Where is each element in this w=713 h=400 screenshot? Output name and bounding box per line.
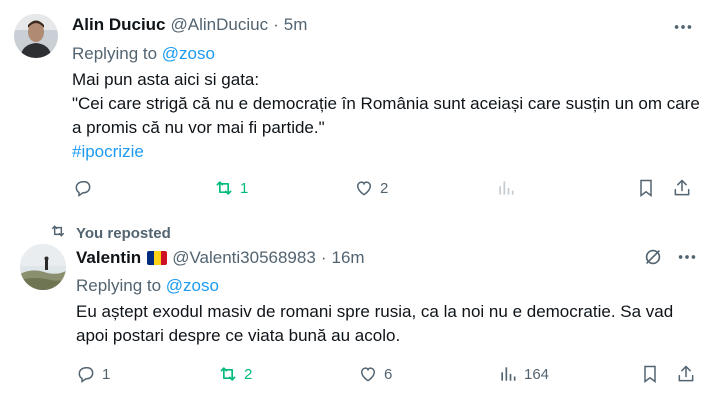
like-count: 2 [380, 179, 389, 197]
more-icon[interactable] [676, 246, 698, 268]
author-handle[interactable]: @Valenti30568983 [172, 248, 316, 268]
reply-icon [73, 178, 93, 198]
like-count: 6 [384, 365, 393, 383]
bookmark-icon [636, 178, 656, 198]
replying-prefix: Replying to [72, 44, 158, 63]
reply-button[interactable] [73, 178, 99, 198]
action-bar: 1 2 [0, 178, 713, 202]
avatar[interactable] [14, 14, 58, 58]
repost-icon [214, 178, 234, 198]
tweet-alin[interactable]: Alin Duciuc @AlinDuciuc · 5m Replying to… [0, 0, 713, 210]
tweet-text-line: Mai pun asta aici si gata: [72, 70, 260, 89]
replying-to: Replying to @zoso [76, 276, 219, 296]
hashtag-link[interactable]: #ipocrizie [72, 140, 702, 164]
share-button[interactable] [672, 178, 692, 198]
tweet-text: Mai pun asta aici si gata: "Cei care str… [72, 68, 702, 164]
repost-label-text: You reposted [76, 224, 171, 242]
grok-icon[interactable] [642, 246, 664, 268]
tweet-valentin[interactable]: Valentin @Valenti30568983 · 16m Replying… [0, 240, 713, 400]
bookmark-button[interactable] [636, 178, 656, 198]
bookmark-button[interactable] [640, 364, 660, 384]
repost-button[interactable]: 1 [214, 178, 248, 198]
views-icon [498, 364, 518, 384]
author-name[interactable]: Alin Duciuc [72, 15, 166, 35]
like-icon [358, 364, 378, 384]
replying-prefix: Replying to [76, 276, 162, 295]
views-button[interactable] [496, 178, 522, 198]
separator: · [273, 15, 279, 34]
reply-icon [76, 364, 96, 384]
repost-count: 1 [240, 179, 249, 197]
like-button[interactable]: 2 [354, 178, 388, 198]
reply-button[interactable]: 1 [76, 364, 110, 384]
separator: · [320, 248, 327, 267]
like-button[interactable]: 6 [358, 364, 392, 384]
share-icon [676, 364, 696, 384]
more-icon[interactable] [672, 16, 694, 38]
share-button[interactable] [676, 364, 696, 384]
flag-icon [147, 251, 168, 265]
replying-to: Replying to @zoso [72, 44, 215, 64]
repost-count: 2 [244, 365, 253, 383]
like-icon [354, 178, 374, 198]
author-name[interactable]: Valentin [76, 248, 141, 268]
tweet-text-line: "Cei care strigă că nu e democrație în R… [72, 94, 700, 137]
author-handle[interactable]: @AlinDuciuc [171, 15, 269, 35]
timestamp[interactable]: 16m [331, 248, 364, 268]
repost-icon [218, 364, 238, 384]
view-count: 164 [524, 365, 550, 383]
reply-count: 1 [102, 365, 111, 383]
bookmark-icon [640, 364, 660, 384]
repost-button[interactable]: 2 [218, 364, 252, 384]
tweet-text: Eu aștept exodul masiv de romani spre ru… [76, 302, 674, 345]
views-icon [496, 178, 516, 198]
views-button[interactable]: 164 [498, 364, 549, 384]
avatar[interactable] [20, 244, 66, 290]
share-icon [672, 178, 692, 198]
mention-link[interactable]: @zoso [166, 276, 219, 295]
action-bar: 1 2 6 164 [0, 364, 713, 388]
mention-link[interactable]: @zoso [162, 44, 215, 63]
timestamp[interactable]: 5m [284, 15, 308, 35]
